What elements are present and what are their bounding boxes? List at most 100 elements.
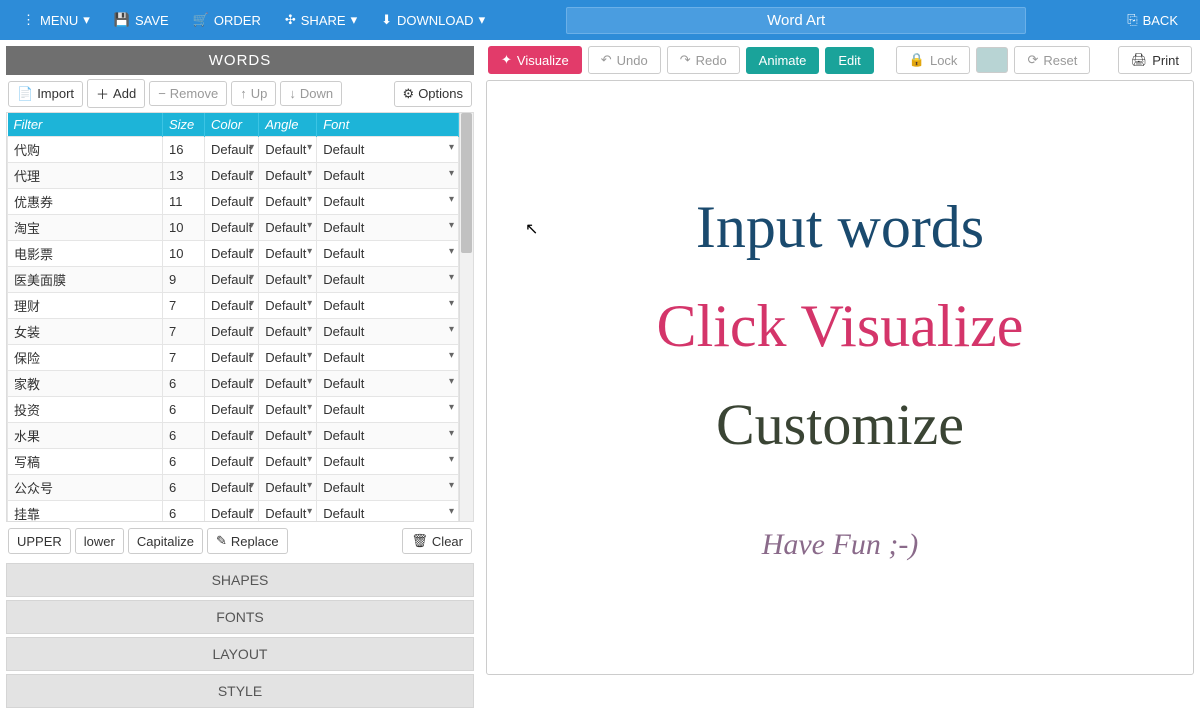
word-cell[interactable]: 家教 — [8, 371, 163, 397]
download-button[interactable]: ⬇DOWNLOAD▾ — [369, 0, 497, 40]
color-cell[interactable]: Default — [205, 423, 259, 449]
clear-button[interactable]: 🗑Clear — [402, 528, 472, 554]
size-header[interactable]: Size — [163, 113, 205, 137]
filter-header[interactable]: Filter — [8, 113, 163, 137]
word-cell[interactable]: 电影票 — [8, 241, 163, 267]
size-cell[interactable]: 10 — [163, 241, 205, 267]
angle-cell[interactable]: Default — [259, 163, 317, 189]
words-panel-header[interactable]: WORDS — [6, 46, 474, 75]
back-button[interactable]: ⎘BACK — [1115, 0, 1190, 40]
angle-cell[interactable]: Default — [259, 137, 317, 163]
size-cell[interactable]: 6 — [163, 371, 205, 397]
font-cell[interactable]: Default — [317, 163, 459, 189]
color-cell[interactable]: Default — [205, 241, 259, 267]
up-button[interactable]: ↑Up — [231, 81, 276, 106]
color-cell[interactable]: Default — [205, 319, 259, 345]
print-button[interactable]: 🖨Print — [1118, 46, 1192, 74]
word-cell[interactable]: 水果 — [8, 423, 163, 449]
title-field[interactable]: Word Art — [566, 7, 1026, 34]
word-cell[interactable]: 代理 — [8, 163, 163, 189]
color-cell[interactable]: Default — [205, 449, 259, 475]
angle-cell[interactable]: Default — [259, 371, 317, 397]
table-row[interactable]: 理财7DefaultDefaultDefault — [8, 293, 459, 319]
word-cell[interactable]: 投资 — [8, 397, 163, 423]
size-cell[interactable]: 9 — [163, 267, 205, 293]
color-cell[interactable]: Default — [205, 137, 259, 163]
table-row[interactable]: 代购16DefaultDefaultDefault — [8, 137, 459, 163]
angle-cell[interactable]: Default — [259, 293, 317, 319]
lock-button[interactable]: 🔒Lock — [896, 46, 971, 74]
font-cell[interactable]: Default — [317, 189, 459, 215]
layout-panel[interactable]: LAYOUT — [6, 637, 474, 671]
color-swatch[interactable] — [976, 47, 1008, 73]
angle-cell[interactable]: Default — [259, 449, 317, 475]
shapes-panel[interactable]: SHAPES — [6, 563, 474, 597]
table-row[interactable]: 挂靠6DefaultDefaultDefault — [8, 501, 459, 522]
font-cell[interactable]: Default — [317, 423, 459, 449]
font-header[interactable]: Font — [317, 113, 459, 137]
table-row[interactable]: 代理13DefaultDefaultDefault — [8, 163, 459, 189]
word-cell[interactable]: 优惠券 — [8, 189, 163, 215]
font-cell[interactable]: Default — [317, 215, 459, 241]
table-row[interactable]: 电影票10DefaultDefaultDefault — [8, 241, 459, 267]
size-cell[interactable]: 13 — [163, 163, 205, 189]
color-cell[interactable]: Default — [205, 475, 259, 501]
table-row[interactable]: 写稿6DefaultDefaultDefault — [8, 449, 459, 475]
color-cell[interactable]: Default — [205, 293, 259, 319]
upper-button[interactable]: UPPER — [8, 528, 71, 554]
font-cell[interactable]: Default — [317, 345, 459, 371]
menu-button[interactable]: ⋮MENU▾ — [10, 0, 102, 40]
color-cell[interactable]: Default — [205, 189, 259, 215]
table-row[interactable]: 投资6DefaultDefaultDefault — [8, 397, 459, 423]
color-cell[interactable]: Default — [205, 163, 259, 189]
table-row[interactable]: 优惠券11DefaultDefaultDefault — [8, 189, 459, 215]
style-panel[interactable]: STYLE — [6, 674, 474, 708]
down-button[interactable]: ↓Down — [280, 81, 342, 106]
color-cell[interactable]: Default — [205, 215, 259, 241]
undo-button[interactable]: ↶Undo — [588, 46, 661, 74]
word-cell[interactable]: 女装 — [8, 319, 163, 345]
size-cell[interactable]: 6 — [163, 397, 205, 423]
word-cell[interactable]: 写稿 — [8, 449, 163, 475]
angle-cell[interactable]: Default — [259, 501, 317, 522]
reset-button[interactable]: ⟳Reset — [1014, 46, 1090, 74]
angle-cell[interactable]: Default — [259, 189, 317, 215]
word-cell[interactable]: 医美面膜 — [8, 267, 163, 293]
save-button[interactable]: 💾SAVE — [102, 0, 181, 40]
remove-button[interactable]: −Remove — [149, 81, 227, 106]
size-cell[interactable]: 16 — [163, 137, 205, 163]
fonts-panel[interactable]: FONTS — [6, 600, 474, 634]
table-row[interactable]: 家教6DefaultDefaultDefault — [8, 371, 459, 397]
import-button[interactable]: 📄Import — [8, 81, 83, 107]
word-cell[interactable]: 保险 — [8, 345, 163, 371]
capitalize-button[interactable]: Capitalize — [128, 528, 203, 554]
scrollbar-thumb[interactable] — [461, 113, 472, 253]
font-cell[interactable]: Default — [317, 371, 459, 397]
color-cell[interactable]: Default — [205, 371, 259, 397]
color-cell[interactable]: Default — [205, 397, 259, 423]
word-cell[interactable]: 挂靠 — [8, 501, 163, 522]
size-cell[interactable]: 6 — [163, 423, 205, 449]
table-row[interactable]: 水果6DefaultDefaultDefault — [8, 423, 459, 449]
word-cell[interactable]: 淘宝 — [8, 215, 163, 241]
size-cell[interactable]: 7 — [163, 293, 205, 319]
size-cell[interactable]: 6 — [163, 449, 205, 475]
redo-button[interactable]: ↷Redo — [667, 46, 740, 74]
size-cell[interactable]: 6 — [163, 475, 205, 501]
size-cell[interactable]: 7 — [163, 319, 205, 345]
angle-cell[interactable]: Default — [259, 319, 317, 345]
font-cell[interactable]: Default — [317, 475, 459, 501]
table-row[interactable]: 公众号6DefaultDefaultDefault — [8, 475, 459, 501]
word-cell[interactable]: 理财 — [8, 293, 163, 319]
font-cell[interactable]: Default — [317, 449, 459, 475]
canvas[interactable]: ↖ Input words Click Visualize Customize … — [486, 80, 1194, 675]
table-row[interactable]: 保险7DefaultDefaultDefault — [8, 345, 459, 371]
color-header[interactable]: Color — [205, 113, 259, 137]
font-cell[interactable]: Default — [317, 397, 459, 423]
color-cell[interactable]: Default — [205, 345, 259, 371]
font-cell[interactable]: Default — [317, 241, 459, 267]
angle-cell[interactable]: Default — [259, 423, 317, 449]
order-button[interactable]: 🛒ORDER — [181, 0, 273, 40]
angle-cell[interactable]: Default — [259, 345, 317, 371]
size-cell[interactable]: 10 — [163, 215, 205, 241]
